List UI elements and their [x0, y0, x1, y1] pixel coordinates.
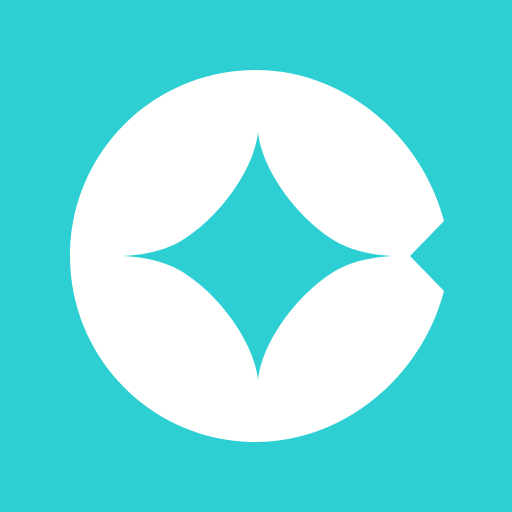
app-logo-icon: [0, 0, 512, 512]
app-icon: [0, 0, 512, 512]
